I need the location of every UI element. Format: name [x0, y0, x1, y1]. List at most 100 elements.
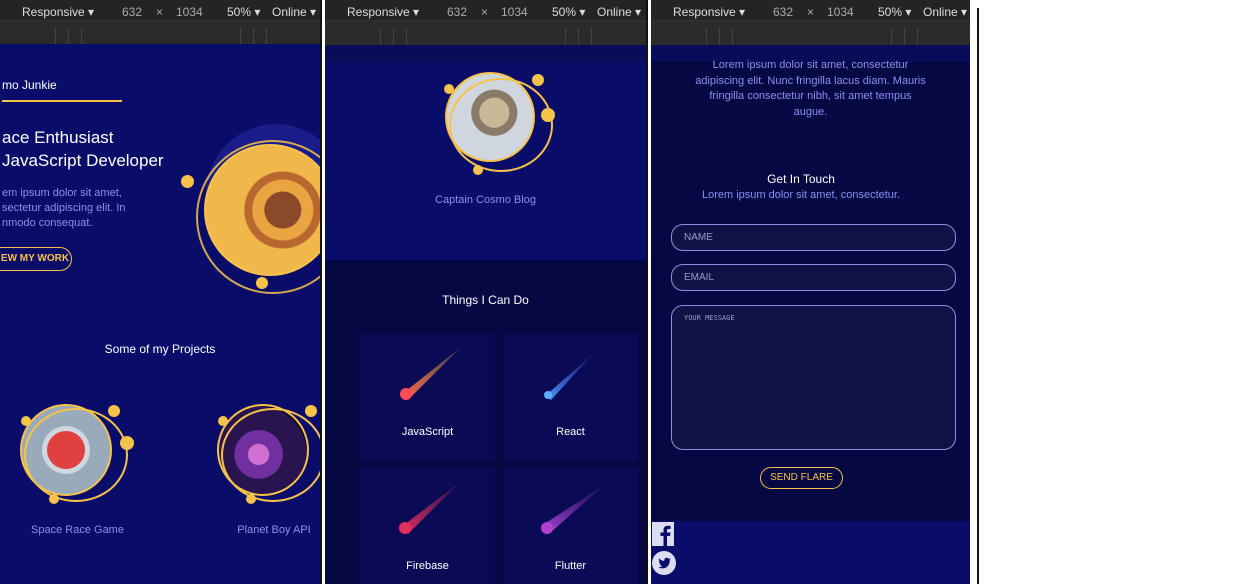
device-label: Responsive: [673, 5, 736, 19]
skill-label: React: [556, 426, 585, 438]
device-select[interactable]: Responsive ▾: [347, 5, 419, 19]
brand-underline: [2, 100, 122, 102]
orbit-dot: [473, 165, 483, 175]
times-glyph: ×: [156, 5, 164, 19]
zoom-select[interactable]: 50% ▾: [227, 5, 260, 19]
footer: [651, 521, 970, 584]
width-input[interactable]: 632: [122, 5, 142, 19]
orbit-dot: [181, 175, 194, 188]
orbit-dot: [256, 277, 268, 289]
media-query-ruler: [0, 20, 320, 45]
orbit-dot: [108, 405, 120, 417]
times-glyph: ×: [481, 5, 489, 19]
orbit-dot: [49, 494, 59, 504]
about-line: Lorem ipsum dolor sit amet, consectetur: [712, 59, 909, 71]
zoom-label: 50%: [227, 5, 252, 19]
contact-subtitle: Lorem ipsum dolor sit amet, consectetur.: [701, 189, 901, 201]
email-placeholder: EMAIL: [684, 272, 715, 283]
network-select[interactable]: Online ▾: [597, 5, 641, 19]
network-select[interactable]: Online ▾: [923, 5, 967, 19]
hero-headline-line2: JavaScript Developer: [2, 151, 164, 170]
hero-intro: em ipsum dolor sit amet, sectetur adipis…: [2, 186, 126, 231]
media-query-ruler: [325, 20, 646, 45]
width-input[interactable]: 632: [773, 5, 793, 19]
devtools-toolbar: Responsive ▾ 632 × 1034 50% ▾ Online ▾: [0, 0, 320, 20]
skill-card-flutter[interactable]: Flutter: [503, 468, 638, 584]
orbit-dot: [541, 108, 555, 122]
name-field[interactable]: NAME: [671, 224, 956, 251]
height-input[interactable]: 1034: [176, 5, 203, 19]
message-field[interactable]: YOUR MESSAGE: [671, 305, 956, 450]
project-orbit: [24, 408, 128, 502]
email-field[interactable]: EMAIL: [671, 264, 956, 291]
project-label[interactable]: Planet Boy API: [220, 524, 320, 536]
name-placeholder: NAME: [684, 232, 713, 243]
frame-divider: [320, 0, 322, 584]
orbit-dot: [120, 436, 134, 450]
times-glyph: ×: [807, 5, 815, 19]
zoom-select[interactable]: 50% ▾: [552, 5, 585, 19]
send-flare-button[interactable]: SEND FLARE: [760, 467, 843, 489]
device-frame-1: Responsive ▾ 632 × 1034 50% ▾ Online ▾ m…: [0, 0, 320, 584]
device-frame-2: Responsive ▾ 632 × 1034 50% ▾ Online ▾ C…: [325, 0, 646, 584]
blog-orbit: [449, 78, 553, 172]
orbit-dot: [21, 416, 31, 426]
projects-title: Some of my Projects: [104, 342, 216, 356]
view-work-button[interactable]: EW MY WORK: [0, 247, 72, 271]
orbit-dot: [305, 405, 317, 417]
device-select[interactable]: Responsive ▾: [22, 5, 94, 19]
frame-divider: [646, 0, 648, 584]
send-flare-label: SEND FLARE: [770, 472, 833, 483]
view-work-label: EW MY WORK: [0, 253, 70, 264]
about-line: fringilla consectetur nibh, sit amet tem…: [709, 90, 912, 102]
project-label[interactable]: Space Race Game: [20, 524, 135, 536]
brand-logo[interactable]: mo Junkie: [2, 78, 57, 92]
about-text: Lorem ipsum dolor sit amet, consectetur …: [651, 58, 970, 120]
zoom-select[interactable]: 50% ▾: [878, 5, 911, 19]
comet-icon: [541, 486, 603, 534]
network-label: Online: [923, 5, 958, 19]
hero-intro-line: em ipsum dolor sit amet,: [2, 187, 122, 199]
orbit-dot: [444, 84, 454, 94]
skill-label: JavaScript: [401, 426, 454, 438]
devtools-toolbar: Responsive ▾ 632 × 1034 50% ▾ Online ▾: [325, 0, 646, 20]
devtools-toolbar: Responsive ▾ 632 × 1034 50% ▾ Online ▾: [651, 0, 970, 20]
comet-icon: [400, 348, 460, 400]
comet-icon: [544, 354, 593, 400]
network-label: Online: [597, 5, 632, 19]
network-select[interactable]: Online ▾: [272, 5, 316, 19]
hero-intro-line: nmodo consequat.: [2, 217, 93, 229]
height-input[interactable]: 1034: [827, 5, 854, 19]
comet-icon: [399, 482, 460, 534]
media-query-ruler: [651, 20, 970, 45]
hero-headline-line1: ace Enthusiast: [2, 128, 114, 147]
zoom-label: 50%: [878, 5, 903, 19]
contact-title: Get In Touch: [767, 172, 835, 186]
message-placeholder: YOUR MESSAGE: [684, 314, 735, 322]
about-line: adipiscing elit. Nunc fringilla lacus di…: [695, 74, 926, 87]
zoom-label: 50%: [552, 5, 577, 19]
facebook-icon[interactable]: [652, 522, 674, 546]
device-frame-3: Responsive ▾ 632 × 1034 50% ▾ Online ▾ L…: [651, 0, 970, 584]
device-label: Responsive: [22, 5, 85, 19]
orbit-dot: [532, 74, 544, 86]
device-label: Responsive: [347, 5, 410, 19]
skill-label: Firebase: [406, 560, 449, 572]
height-input[interactable]: 1034: [501, 5, 528, 19]
blog-label[interactable]: Captain Cosmo Blog: [325, 194, 646, 206]
skill-label: Flutter: [554, 560, 587, 572]
orbit-dot: [246, 494, 256, 504]
viewport-edge-line: [977, 8, 979, 584]
skill-card-javascript[interactable]: JavaScript: [360, 334, 495, 462]
network-label: Online: [272, 5, 307, 19]
about-line: augue.: [793, 105, 828, 118]
skills-title: Things I Can Do: [442, 293, 529, 307]
skill-card-firebase[interactable]: Firebase: [360, 468, 495, 584]
device-select[interactable]: Responsive ▾: [673, 5, 745, 19]
width-input[interactable]: 632: [447, 5, 467, 19]
project-orbit: [221, 408, 320, 502]
hero-intro-line: sectetur adipiscing elit. In: [2, 202, 126, 214]
orbit-dot: [218, 416, 228, 426]
skill-card-react[interactable]: React: [503, 334, 638, 462]
twitter-icon[interactable]: [652, 551, 676, 575]
